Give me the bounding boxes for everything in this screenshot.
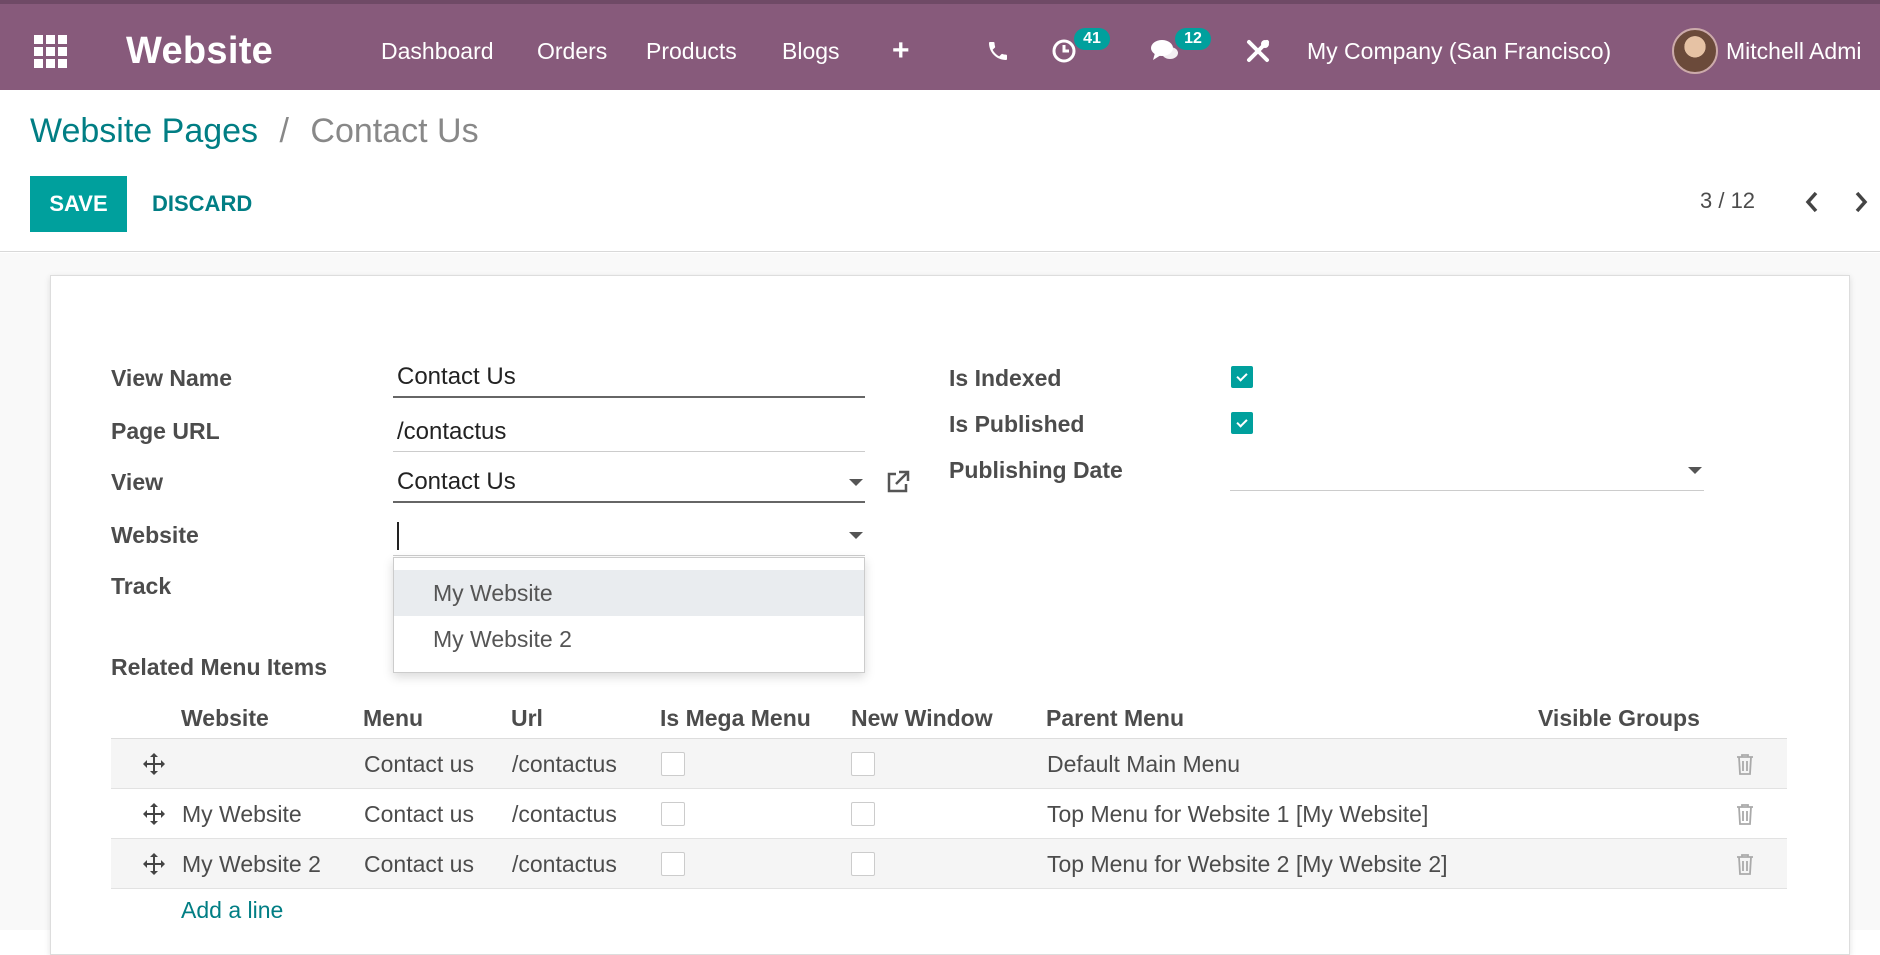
menu-orders[interactable]: Orders [537,8,607,94]
label-view-name: View Name [111,365,233,391]
chat-icon[interactable] [1150,8,1180,94]
cell-menu: Contact us [364,850,474,877]
cell-new-window-checkbox[interactable] [851,802,875,826]
cell-new-window-checkbox[interactable] [851,752,875,776]
breadcrumb-current: Contact Us [310,112,479,150]
trash-icon[interactable] [1736,803,1754,825]
cell-menu: Contact us [364,750,474,777]
cell-url: /contactus [512,850,617,877]
col-website[interactable]: Website [181,697,269,739]
cell-parent-menu: Default Main Menu [1047,750,1241,777]
breadcrumb-parent[interactable]: Website Pages [30,112,258,150]
table-row[interactable]: Contact us /contactus Default Main Menu [111,739,1787,789]
website-select[interactable] [393,516,865,556]
publishing-date-field[interactable] [1230,451,1704,491]
view-select-value: Contact Us [397,468,516,495]
page-url-field[interactable]: /contactus [393,412,865,452]
top-navbar: Website Dashboard Orders Products Blogs … [0,0,1880,90]
pager-value[interactable]: 3 / 12 [1700,188,1755,214]
text-cursor [397,521,399,550]
label-view: View [111,469,163,495]
breadcrumb: Website Pages / Contact Us [30,112,479,151]
control-panel: Website Pages / Contact Us SAVE DISCARD … [0,90,1880,252]
drag-handle-icon[interactable] [142,752,166,776]
plus-icon[interactable]: + [892,8,910,94]
app-name[interactable]: Website [126,8,273,94]
save-button[interactable]: SAVE [30,176,127,232]
activity-count-badge[interactable]: 41 [1074,28,1110,50]
user-name: Mitchell Admi [1726,37,1862,64]
col-is-mega-menu[interactable]: Is Mega Menu [660,697,811,739]
label-publishing-date: Publishing Date [949,457,1123,483]
view-select[interactable]: Contact Us [393,463,865,503]
col-menu[interactable]: Menu [363,697,423,739]
drag-handle-icon[interactable] [142,802,166,826]
clock-icon[interactable] [1050,8,1078,94]
caret-down-icon [849,532,863,539]
caret-down-icon [849,479,863,486]
label-page-url: Page URL [111,418,220,444]
avatar [1672,28,1718,74]
table-row[interactable]: My Website Contact us /contactus Top Men… [111,789,1787,839]
table-row[interactable]: My Website 2 Contact us /contactus Top M… [111,839,1787,889]
cell-is-mega-menu-checkbox[interactable] [661,852,685,876]
chevron-right-icon[interactable] [1846,186,1876,218]
col-visible-groups[interactable]: Visible Groups [1538,697,1700,739]
breadcrumb-separator: / [279,112,289,150]
col-url[interactable]: Url [511,697,543,739]
label-is-indexed: Is Indexed [949,365,1062,391]
table-header: Website Menu Url Is Mega Menu New Window… [111,697,1787,739]
menu-dashboard[interactable]: Dashboard [381,8,494,94]
add-line-link[interactable]: Add a line [181,897,283,924]
is-indexed-checkbox[interactable] [1231,366,1253,388]
message-count-badge[interactable]: 12 [1175,28,1211,50]
apps-grid-icon[interactable] [30,8,70,94]
cell-parent-menu: Top Menu for Website 1 [My Website] [1047,800,1429,827]
cell-parent-menu: Top Menu for Website 2 [My Website 2] [1047,850,1448,877]
dropdown-option-my-website[interactable]: My Website [394,570,864,616]
is-published-checkbox[interactable] [1231,412,1253,434]
col-new-window[interactable]: New Window [851,697,993,739]
trash-icon[interactable] [1736,853,1754,875]
menu-blogs[interactable]: Blogs [782,8,840,94]
trash-icon[interactable] [1736,753,1754,775]
cell-is-mega-menu-checkbox[interactable] [661,752,685,776]
phone-icon[interactable] [986,8,1010,94]
label-is-published: Is Published [949,411,1085,437]
dropdown-option-my-website-2[interactable]: My Website 2 [394,616,864,662]
label-track: Track [111,573,172,599]
caret-down-icon [1688,467,1702,474]
discard-button[interactable]: DISCARD [152,176,252,232]
cell-url: /contactus [512,800,617,827]
cell-url: /contactus [512,750,617,777]
col-parent-menu[interactable]: Parent Menu [1046,697,1184,739]
view-name-field[interactable]: Contact Us [393,358,865,398]
debug-tools-icon[interactable] [1244,8,1272,94]
related-menu-items-title: Related Menu Items [111,654,327,680]
website-dropdown: My Website My Website 2 [393,557,865,673]
menu-products[interactable]: Products [646,8,737,94]
chevron-left-icon[interactable] [1797,186,1827,218]
cell-website: My Website 2 [182,850,321,877]
cell-menu: Contact us [364,800,474,827]
label-website: Website [111,522,199,548]
cell-is-mega-menu-checkbox[interactable] [661,802,685,826]
external-link-icon[interactable] [884,468,912,496]
user-menu[interactable]: Mitchell Admi [1672,8,1861,94]
cell-website: My Website [182,800,302,827]
cell-new-window-checkbox[interactable] [851,852,875,876]
drag-handle-icon[interactable] [142,852,166,876]
company-switcher[interactable]: My Company (San Francisco) [1307,8,1611,94]
